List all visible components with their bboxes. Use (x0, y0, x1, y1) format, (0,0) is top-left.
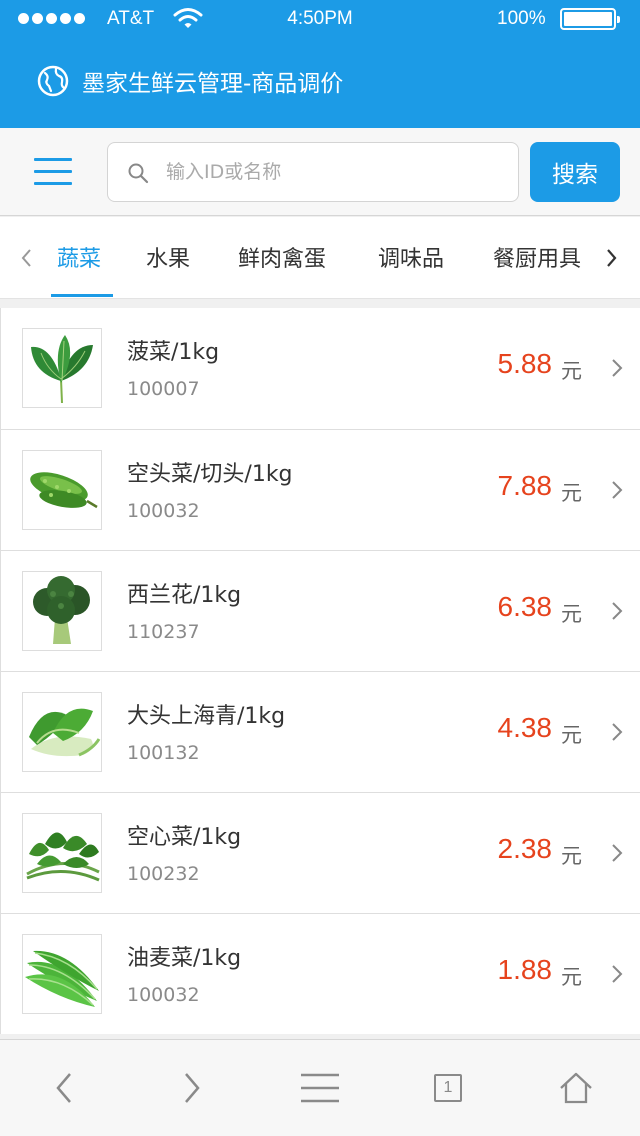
menu-icon (301, 1073, 339, 1103)
chevron-right-icon (612, 481, 623, 499)
price-unit: 元 (561, 602, 582, 626)
chevron-right-icon (612, 723, 623, 741)
tabs-button[interactable]: 1 (432, 1070, 464, 1106)
product-id: 100007 (127, 378, 200, 400)
chevron-left-icon (56, 1073, 71, 1103)
home-icon (560, 1072, 592, 1104)
title-bar: 墨家生鲜云管理-商品调价 (36, 63, 343, 99)
product-name: 菠菜/1kg (127, 340, 220, 365)
product-row[interactable]: 西兰花/1kg 110237 6.38 元 (0, 550, 640, 671)
product-name: 西兰花/1kg (127, 583, 242, 608)
product-image-bok-choy (22, 692, 102, 772)
tab-fruits[interactable]: 水果 (146, 241, 190, 273)
product-image-spinach (22, 328, 102, 408)
product-id: 100032 (127, 500, 200, 522)
product-row[interactable]: 空头菜/切头/1kg 100032 7.88 元 (0, 429, 640, 550)
status-bar: AT&T 4:50PM 100% (0, 0, 640, 40)
product-row[interactable]: 菠菜/1kg 100007 5.88 元 (0, 308, 640, 429)
chevron-right-icon (185, 1073, 200, 1103)
search-box[interactable] (107, 142, 519, 202)
back-button[interactable] (46, 1070, 82, 1106)
product-id: 100232 (127, 863, 200, 885)
product-row[interactable]: 大头上海青/1kg 100132 4.38 元 (0, 671, 640, 792)
product-image-lettuce (22, 934, 102, 1014)
product-image-water-spinach (22, 813, 102, 893)
product-price: 2.38 (497, 833, 553, 864)
app-header: AT&T 4:50PM 100% 墨家生鲜云管理-商品调价 (0, 0, 640, 128)
page-count-icon: 1 (434, 1074, 462, 1102)
product-name: 大头上海青/1kg (127, 704, 286, 729)
home-button[interactable] (558, 1070, 594, 1106)
search-input[interactable] (166, 155, 506, 189)
chevron-right-icon (612, 602, 623, 620)
product-name: 油麦菜/1kg (127, 946, 242, 971)
product-row[interactable]: 油麦菜/1kg 100032 1.88 元 (0, 913, 640, 1034)
tab-seasonings[interactable]: 调味品 (378, 241, 444, 273)
bottom-toolbar: 1 (0, 1039, 640, 1136)
product-price: 5.88 (497, 348, 553, 379)
product-image-broccoli (22, 571, 102, 651)
product-price: 4.38 (497, 712, 553, 743)
product-id: 100032 (127, 984, 200, 1006)
globe-icon (37, 65, 69, 97)
product-image-bitter-melon (22, 450, 102, 530)
battery-percent: 100% (497, 8, 546, 29)
tab-meat-poultry-eggs[interactable]: 鲜肉禽蛋 (238, 241, 326, 273)
category-tabs: 蔬菜 水果 鲜肉禽蛋 调味品 餐厨用具 (0, 217, 640, 299)
price-unit: 元 (561, 723, 582, 747)
product-price: 6.38 (497, 591, 553, 622)
chevron-right-icon (612, 965, 623, 983)
tab-kitchenware[interactable]: 餐厨用具 (493, 241, 581, 273)
chevron-left-icon[interactable] (16, 243, 36, 273)
product-row[interactable]: 空心菜/1kg 100232 2.38 元 (0, 792, 640, 913)
menu-button[interactable] (34, 155, 72, 187)
product-list: 菠菜/1kg 100007 5.88 元 空头菜/切头/1kg 100032 7… (0, 308, 640, 1034)
price-unit: 元 (561, 481, 582, 505)
product-name: 空头菜/切头/1kg (127, 462, 293, 487)
search-button[interactable]: 搜索 (530, 142, 620, 202)
product-name: 空心菜/1kg (127, 825, 242, 850)
active-tab-indicator (51, 294, 113, 297)
search-icon (128, 163, 149, 184)
chevron-right-icon (612, 844, 623, 862)
forward-button[interactable] (174, 1070, 210, 1106)
price-unit: 元 (561, 844, 582, 868)
price-unit: 元 (561, 965, 582, 989)
chevron-right-icon (612, 359, 623, 377)
search-bar: 搜索 (0, 128, 640, 216)
menu-toolbar-button[interactable] (300, 1070, 340, 1106)
product-id: 100132 (127, 742, 200, 764)
page-title: 墨家生鲜云管理-商品调价 (82, 71, 344, 97)
product-id: 110237 (127, 621, 200, 643)
price-unit: 元 (561, 359, 582, 383)
tab-vegetables[interactable]: 蔬菜 (57, 241, 101, 273)
battery-icon (560, 8, 620, 30)
chevron-right-icon[interactable] (602, 243, 622, 273)
product-price: 7.88 (497, 470, 553, 501)
product-price: 1.88 (497, 954, 553, 985)
